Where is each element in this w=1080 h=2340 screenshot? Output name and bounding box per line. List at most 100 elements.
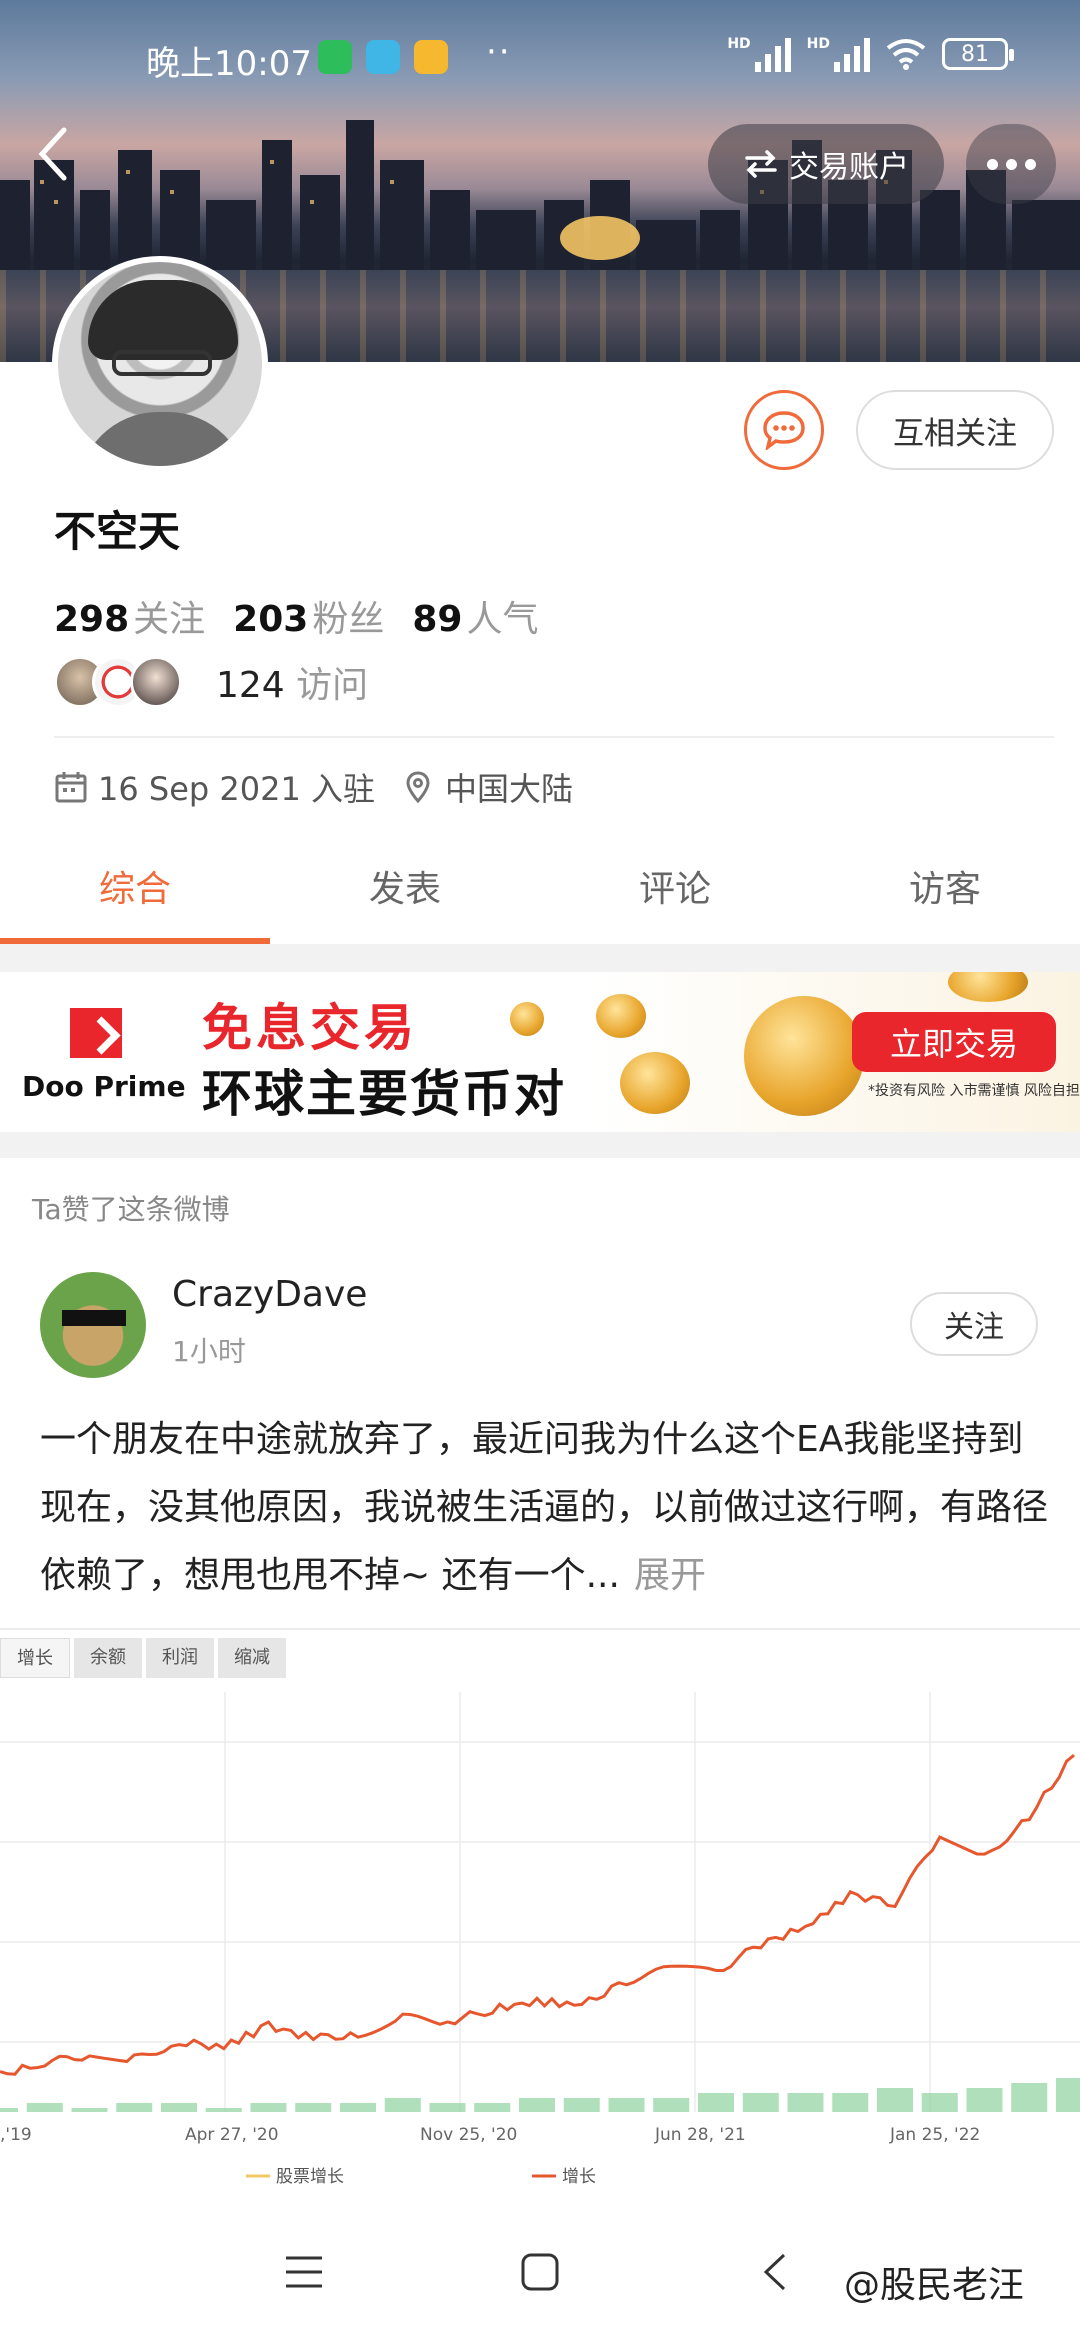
tab-visitors[interactable]: 访客 [810,850,1080,944]
wifi-icon [886,39,926,70]
profile-tabs: 综合 发表 评论 访客 [0,850,1080,944]
chart-tabs: 增长 余额 利润 缩减 [0,1638,286,1678]
chart-bar [161,2103,197,2112]
stat-popularity[interactable]: 89 人气 [412,590,538,642]
ad-subtitle: 环球主要货币对 [202,1065,566,1123]
chart-bar [966,2088,1003,2112]
profile-stats: 298 关注 203 粉丝 89 人气 [54,590,538,642]
back-button[interactable] [34,124,98,204]
chart-x-tick-label: Apr 27, '20 [185,2125,279,2145]
coin-graphic [948,972,1028,1002]
chart-x-tick-label: ,'19 [0,2125,32,2145]
chevron-left-icon [38,127,67,181]
status-time: 晚上10:07 [146,44,312,84]
chart-bar [205,2108,242,2112]
profile-name: 不空天 [54,507,181,556]
chart-bar [563,2098,600,2112]
message-app-icon [414,40,448,74]
chart-bar [250,2103,287,2112]
chart-tab: 利润 [146,1638,214,1678]
tab-overview[interactable]: 综合 [0,850,270,944]
chart-bar [653,2098,690,2112]
chart-bar [1011,2083,1048,2112]
visitor-avatar [130,656,182,708]
dot-icon [986,158,998,170]
hd-label: HD [727,36,751,52]
chat-bubble-icon [763,411,805,450]
chart-bar [608,2098,645,2112]
post-text[interactable]: 一个朋友在中途就放弃了，最近问我为什么这个EA我能坚持到现在，没其他原因，我说被… [40,1406,1050,1610]
status-bar: 晚上10:07 ·· HD HD 81 [0,28,1080,98]
section-gap [0,944,1080,972]
stat-label: 粉丝 [312,599,385,640]
battery-indicator: 81 [942,38,1014,70]
more-menu-button[interactable] [966,124,1056,204]
trading-account-label: 交易账户 [789,150,909,185]
chart-bar [116,2103,153,2112]
ad-cta-button[interactable]: 立即交易 [852,1012,1056,1072]
chart-legend-label: 增长 [562,2167,596,2187]
more-notifications-indicator: ·· [486,32,512,72]
liked-note: Ta赞了这条微博 [32,1193,230,1226]
divider [54,736,1054,738]
chart-bar [0,2108,18,2112]
weibo-watermark: @股民老汪 [844,2265,1025,2306]
chart-bar [71,2108,108,2112]
chart-tab: 余额 [74,1638,142,1678]
post-follow-button[interactable]: 关注 [910,1292,1038,1356]
telegram-app-icon [366,40,400,74]
swap-arrows-icon [745,150,777,178]
tab-posts[interactable]: 发表 [270,850,540,944]
doo-prime-logo-icon [70,1008,122,1058]
recent-apps-icon[interactable] [284,2252,324,2292]
tab-comments[interactable]: 评论 [540,850,810,944]
stat-number: 298 [54,599,130,640]
post-author-name[interactable]: CrazyDave [172,1274,367,1315]
ad-banner[interactable]: Doo Prime 免息交易 环球主要货币对 立即交易 *投资有风险 入市需谨慎… [0,972,1080,1132]
join-date: 16 Sep 2021 入驻 [98,770,375,808]
dot-icon [1005,158,1017,170]
recent-visitors[interactable]: 124 访问 [54,656,368,708]
coin-graphic [510,1002,544,1036]
chart-x-tick-label: Nov 25, '20 [420,2125,517,2145]
ad-brand: Doo Prime [22,1070,186,1103]
post-author-avatar[interactable] [40,1272,146,1378]
stat-number: 203 [233,599,309,640]
chart-bar [474,2103,511,2112]
calendar-icon [55,772,87,803]
location-pin-icon [406,771,430,804]
post-chart-image[interactable]: 增长 余额 利润 缩减 ,'19 Apr 27, '20 Nov 25, '20 Ju… [0,1628,1080,2208]
mutual-follow-button[interactable]: 互相关注 [856,390,1054,470]
profile-meta: 16 Sep 2021 入驻 中国大陆 [54,764,573,810]
chart-legend-label: 股票增长 [276,2167,344,2187]
chart-bar [384,2098,421,2112]
hd-label: HD [806,36,830,52]
post-time: 1小时 [172,1335,246,1368]
notification-icons [318,40,448,74]
message-button[interactable] [744,390,824,470]
post-body: 一个朋友在中途就放弃了，最近问我为什么这个EA我能坚持到现在，没其他原因，我说被… [40,1419,1049,1596]
stat-followers[interactable]: 203 粉丝 [233,590,384,642]
stat-following[interactable]: 298 关注 [54,590,205,642]
chart-bar [429,2103,466,2112]
visits-label: 访问 [296,665,369,706]
growth-chart: ,'19 Apr 27, '20 Nov 25, '20 Jun 28, '21 Jan… [0,1692,1080,2187]
chart-bar [787,2093,824,2112]
chart-tab: 缩减 [218,1638,286,1678]
stat-label: 人气 [466,599,539,640]
chart-bar [921,2093,958,2112]
back-nav-icon[interactable] [760,2252,790,2292]
expand-link[interactable]: 展开 [634,1555,706,1596]
trading-account-button[interactable]: 交易账户 [708,124,944,204]
chart-bar [519,2098,555,2112]
dot-icon [1024,158,1036,170]
stat-label: 关注 [133,599,206,640]
ad-disclaimer: *投资有风险 入市需谨慎 风险自担 [868,1083,1080,1099]
chart-bar [1056,2078,1080,2112]
chart-bar [340,2103,376,2112]
profile-avatar[interactable] [52,256,268,472]
coin-graphic [744,996,864,1116]
chart-x-tick-label: Jan 25, '22 [889,2125,980,2145]
coin-graphic [620,1052,690,1114]
home-icon[interactable] [520,2252,560,2292]
